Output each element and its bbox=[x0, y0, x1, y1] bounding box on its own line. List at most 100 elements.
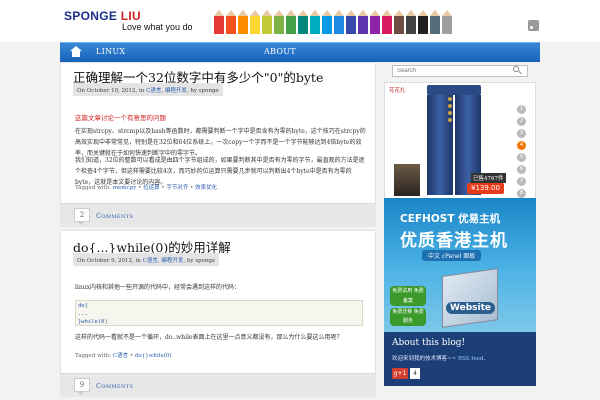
tags-label: Tagged with: bbox=[75, 185, 113, 191]
hosting-advert[interactable]: CEFHOST 优易主机 优质香港主机 中文 cPanel 面板 免费试用 免费… bbox=[384, 198, 536, 334]
google-plus-button[interactable]: g+1 bbox=[392, 368, 408, 379]
pencil-icon bbox=[358, 10, 368, 34]
post-highlight: 这篇文章讨论一个有意思的问题 bbox=[75, 114, 166, 122]
nav-item-linux[interactable]: LINUX bbox=[96, 47, 125, 56]
tags-label: Tagged with: bbox=[75, 353, 113, 359]
colored-pencils-banner bbox=[214, 10, 452, 34]
ad-thumbnail bbox=[393, 163, 421, 197]
tag-link[interactable]: 字节对齐 bbox=[166, 185, 188, 191]
post-tags: Tagged with: C语言 • do{}while(0) bbox=[75, 353, 172, 359]
pencil-icon bbox=[262, 10, 272, 34]
comments-link[interactable]: Comments bbox=[96, 382, 133, 390]
home-icon[interactable] bbox=[70, 46, 82, 58]
nav-item-about[interactable]: ABOUT bbox=[264, 47, 296, 56]
comments-bar: 9 Comments bbox=[60, 373, 376, 397]
meta-author: , by sponge bbox=[183, 258, 216, 264]
carousel-dot[interactable]: 1 bbox=[517, 105, 526, 114]
pencil-icon bbox=[274, 10, 284, 34]
about-text-end: . bbox=[483, 356, 486, 362]
pencil-icon bbox=[334, 10, 344, 34]
code-line: }while(0) bbox=[78, 319, 108, 325]
pencil-icon bbox=[406, 10, 416, 34]
meta-date: On October 9, 2012, in bbox=[77, 258, 143, 264]
pencil-icon bbox=[286, 10, 296, 34]
post-article: 正确理解一个32位数字中有多少个"0"的byte On October 10, … bbox=[60, 62, 376, 209]
pencil-icon bbox=[214, 10, 224, 34]
search-icon[interactable] bbox=[513, 66, 519, 72]
about-text-body: 欢迎来到我的技术博客~~ bbox=[392, 356, 458, 362]
code-line: do{ bbox=[78, 303, 88, 309]
rss-icon[interactable] bbox=[528, 20, 539, 31]
pencil-icon bbox=[418, 10, 428, 34]
logo-part-1: SPONGE bbox=[64, 9, 118, 23]
pencil-icon bbox=[322, 10, 332, 34]
post-meta: On October 10, 2012, in C语言, 编程开发, by sp… bbox=[73, 83, 223, 96]
post-paragraph: 这样的代码一看就不是一个循环，do..while表面上在这里一点意义都没有，那么… bbox=[75, 334, 343, 341]
tag-link[interactable]: do{}while(0) bbox=[135, 353, 172, 359]
rss-feed-link[interactable]: RSS feed bbox=[458, 356, 483, 362]
comment-count-bubble[interactable]: 2 bbox=[74, 208, 90, 225]
tag-link[interactable]: memcpy bbox=[113, 185, 136, 191]
carousel-dot[interactable]: 8 bbox=[517, 189, 526, 198]
pencil-icon bbox=[394, 10, 404, 34]
meta-category-link[interactable]: C语言 bbox=[146, 88, 161, 94]
comments-link[interactable]: Comments bbox=[96, 212, 133, 220]
tag-link[interactable]: 位运算 bbox=[143, 185, 160, 191]
search-input[interactable] bbox=[392, 65, 528, 77]
carousel-dot[interactable]: 5 bbox=[517, 153, 526, 162]
logo-part-2: LIU bbox=[120, 9, 142, 23]
meta-category-link[interactable]: 编程开发 bbox=[161, 258, 183, 264]
meta-date: On October 10, 2012, in bbox=[77, 88, 147, 94]
comments-bar: 2 Comments bbox=[60, 203, 376, 227]
site-logo[interactable]: SPONGE LIU Love what you do bbox=[64, 9, 193, 32]
jeans-advert[interactable]: 花花扎 已售4767件 ¥139.00 123456789 bbox=[384, 82, 536, 210]
ad-website-label: Website bbox=[446, 302, 496, 314]
site-header: SPONGE LIU Love what you do bbox=[0, 0, 600, 42]
pencil-icon bbox=[250, 10, 260, 34]
meta-category-link[interactable]: C语言 bbox=[143, 258, 158, 264]
jeans-waist bbox=[427, 85, 481, 95]
meta-category-link[interactable]: 编程开发 bbox=[165, 88, 187, 94]
server-image bbox=[442, 268, 498, 328]
tag-link[interactable]: 效率优化 bbox=[195, 185, 217, 191]
post-article: do{...}while(0)的妙用详解 On October 9, 2012,… bbox=[60, 230, 376, 376]
logo-text: SPONGE LIU bbox=[64, 9, 193, 23]
carousel-dot[interactable]: 7 bbox=[517, 177, 526, 186]
ad-subtitle: 中文 cPanel 面板 bbox=[422, 250, 482, 261]
pencil-icon bbox=[382, 10, 392, 34]
carousel-dot[interactable]: 2 bbox=[517, 117, 526, 126]
carousel-dot[interactable]: 3 bbox=[517, 129, 526, 138]
pencil-icon bbox=[442, 10, 452, 34]
carousel-dot[interactable]: 4 bbox=[517, 141, 526, 150]
pencil-icon bbox=[310, 10, 320, 34]
comment-count-bubble[interactable]: 9 bbox=[74, 378, 90, 395]
ad-brand: 花花扎 bbox=[389, 88, 406, 94]
ad-price-tag: ¥139.00 bbox=[467, 183, 504, 194]
ad-feature-badge: 免费迁移 免费服务 bbox=[390, 308, 426, 326]
ad-title: 优质香港主机 bbox=[400, 231, 508, 251]
ad-headline: CEFHOST 优易主机 bbox=[400, 213, 501, 225]
jeans-buttons bbox=[448, 97, 453, 123]
main-column: 正确理解一个32位数字中有多少个"0"的byte On October 10, … bbox=[60, 62, 376, 400]
tag-link[interactable]: C语言 bbox=[113, 353, 128, 359]
main-nav: LINUX ABOUT bbox=[60, 42, 540, 62]
about-widget: About this blog! 欢迎来到我的技术博客~~ RSS feed. … bbox=[384, 332, 536, 386]
post-paragraph: linux内核和其他一些开源的代码中，经常会遇到这样的代码： bbox=[75, 284, 240, 291]
pencil-icon bbox=[346, 10, 356, 34]
pencil-icon bbox=[226, 10, 236, 34]
site-tagline: Love what you do bbox=[122, 22, 193, 32]
code-block: do{ ... }while(0) bbox=[75, 300, 363, 326]
about-text: 欢迎来到我的技术博客~~ RSS feed. bbox=[392, 354, 485, 362]
ad-feature-badge: 免费试用 免费备案 bbox=[390, 286, 426, 306]
carousel-dot[interactable]: 6 bbox=[517, 165, 526, 174]
pencil-icon bbox=[370, 10, 380, 34]
meta-author: , by sponge bbox=[186, 88, 219, 94]
post-meta: On October 9, 2012, in C语言, 编程开发, by spo… bbox=[73, 253, 220, 266]
about-heading: About this blog! bbox=[392, 338, 466, 348]
pencil-icon bbox=[430, 10, 440, 34]
ad-sold-count: 已售4767件 bbox=[471, 173, 506, 183]
google-plus-count: 4 bbox=[410, 368, 420, 379]
home-icon-wall bbox=[72, 51, 80, 57]
pencil-icon bbox=[298, 10, 308, 34]
post-tags: Tagged with: memcpy • 位运算 • 字节对齐 • 效率优化 bbox=[75, 185, 218, 191]
